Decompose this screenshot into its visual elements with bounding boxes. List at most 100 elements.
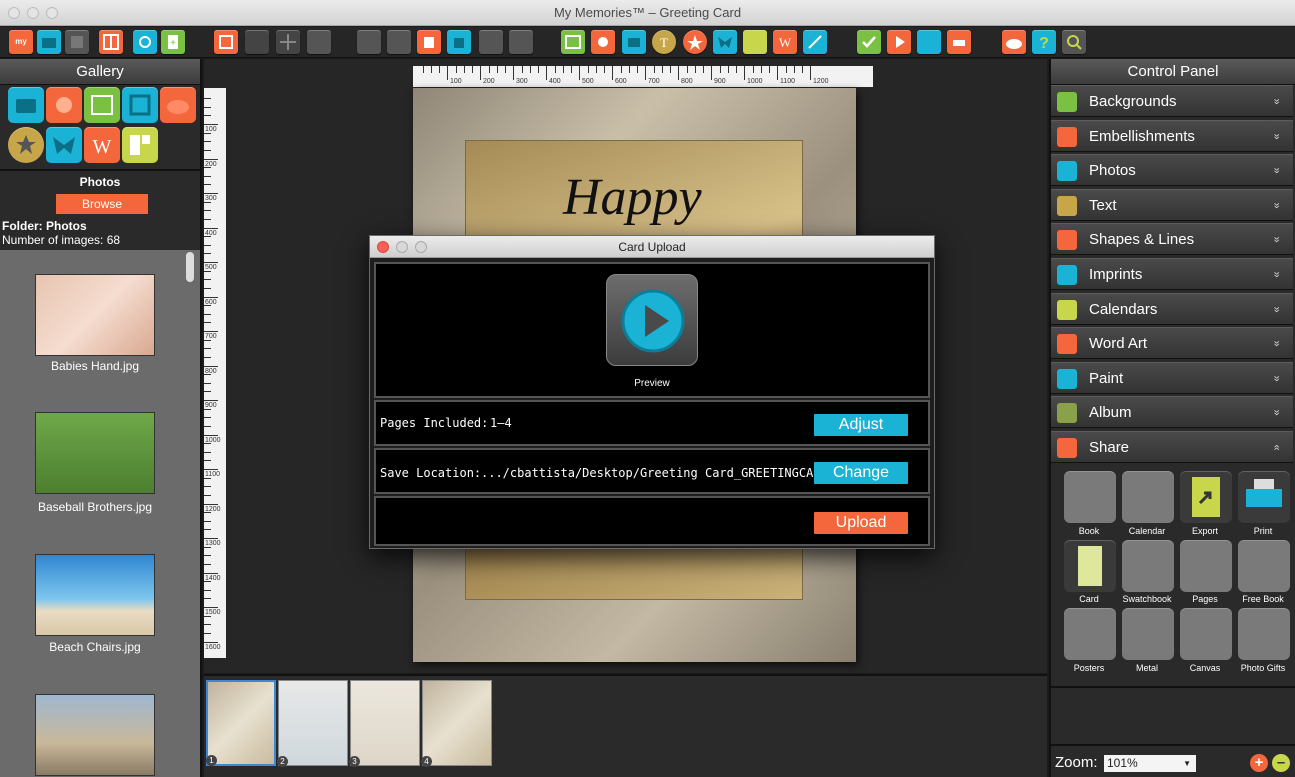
- camera-icon[interactable]: [133, 30, 157, 54]
- upload-button[interactable]: Upload: [814, 512, 908, 534]
- chevron-down-icon[interactable]: »: [1260, 237, 1291, 243]
- preview-button[interactable]: [606, 274, 698, 366]
- chevron-up-icon[interactable]: «: [1260, 444, 1291, 450]
- share-metal-button[interactable]: [1122, 608, 1174, 660]
- background-icon[interactable]: [561, 30, 585, 54]
- close-dialog-icon[interactable]: [377, 241, 389, 253]
- align-icon[interactable]: [307, 30, 331, 54]
- folder-icon[interactable]: [37, 30, 61, 54]
- change-button[interactable]: Change: [814, 462, 908, 484]
- gallery-embellishments-icon[interactable]: [46, 87, 82, 123]
- minimize-window-icon[interactable]: [27, 7, 39, 19]
- photo-icon[interactable]: [622, 30, 646, 54]
- share-label: Photo Gifts: [1240, 663, 1286, 673]
- zoom-out-icon[interactable]: –: [1272, 754, 1290, 772]
- chevron-down-icon[interactable]: »: [1260, 271, 1291, 277]
- zoom-dialog-icon[interactable]: [415, 241, 427, 253]
- filmstrip-page[interactable]: 4: [421, 680, 492, 767]
- calendar-icon[interactable]: [743, 30, 767, 54]
- word-art-icon[interactable]: W: [773, 30, 797, 54]
- help-icon[interactable]: ?: [1032, 30, 1056, 54]
- duplicate-icon[interactable]: [214, 30, 238, 54]
- close-window-icon[interactable]: [8, 7, 20, 19]
- chevron-down-icon[interactable]: »: [1260, 341, 1291, 347]
- share-export-button[interactable]: [1180, 471, 1232, 523]
- control-row-calendars[interactable]: Calendars »: [1051, 292, 1293, 325]
- control-row-imprints[interactable]: Imprints »: [1051, 258, 1293, 290]
- share-calendar-button[interactable]: [1122, 471, 1174, 523]
- copy-icon[interactable]: [387, 30, 411, 54]
- imprint-icon[interactable]: [713, 30, 737, 54]
- share-posters-button[interactable]: [1064, 608, 1116, 660]
- zoom-in-icon[interactable]: +: [1250, 754, 1268, 772]
- crosshair-icon[interactable]: [276, 30, 300, 54]
- gallery-word-art-icon[interactable]: W: [84, 127, 120, 163]
- card-text[interactable]: Happy: [563, 168, 702, 227]
- layout-icon[interactable]: [99, 30, 123, 54]
- share-canvas-button[interactable]: [1180, 608, 1232, 660]
- crop-icon[interactable]: [479, 30, 503, 54]
- paint-icon[interactable]: [803, 30, 827, 54]
- export-icon[interactable]: [917, 30, 941, 54]
- control-row-paint[interactable]: Paint »: [1051, 361, 1293, 394]
- control-row-embellishments[interactable]: Embellishments »: [1051, 119, 1293, 152]
- thumbnail-image[interactable]: [35, 554, 155, 636]
- thumbnail-image[interactable]: [35, 412, 155, 494]
- zoom-select[interactable]: 101% ▼: [1104, 755, 1196, 772]
- paste-icon[interactable]: [417, 30, 441, 54]
- text-icon[interactable]: T: [652, 30, 676, 54]
- share-free-book-button[interactable]: [1238, 540, 1290, 592]
- fill-icon[interactable]: [447, 30, 471, 54]
- control-row-text[interactable]: Text »: [1051, 188, 1293, 221]
- share-swatchbook-button[interactable]: [1122, 540, 1174, 592]
- share-print-button[interactable]: [1238, 471, 1290, 523]
- filmstrip-page[interactable]: 3: [349, 680, 420, 767]
- play-icon[interactable]: [887, 30, 911, 54]
- control-row-backgrounds[interactable]: Backgrounds »: [1051, 85, 1293, 117]
- minimize-dialog-icon[interactable]: [396, 241, 408, 253]
- zoom-icon[interactable]: [1062, 30, 1086, 54]
- zoom-window-icon[interactable]: [46, 7, 58, 19]
- control-row-photos[interactable]: Photos »: [1051, 154, 1293, 187]
- thumbnail-image[interactable]: [35, 694, 155, 776]
- chevron-down-icon[interactable]: »: [1260, 133, 1291, 139]
- print-icon[interactable]: [947, 30, 971, 54]
- grid-icon[interactable]: [245, 30, 269, 54]
- share-pages-button[interactable]: [1180, 540, 1232, 592]
- gallery-frames-icon[interactable]: [122, 87, 158, 123]
- cut-icon[interactable]: [357, 30, 381, 54]
- gallery-backgrounds-icon[interactable]: [84, 87, 120, 123]
- control-row-shapes-lines[interactable]: Shapes & Lines »: [1051, 223, 1293, 256]
- mymemories-logo-icon[interactable]: my: [9, 30, 33, 54]
- gallery-imprints-icon[interactable]: [46, 127, 82, 163]
- embellishment-icon[interactable]: [591, 30, 615, 54]
- adjust-button[interactable]: Adjust: [814, 414, 908, 436]
- control-row-word-art[interactable]: Word Art »: [1051, 327, 1293, 360]
- gallery-layouts-icon[interactable]: [122, 127, 158, 163]
- add-page-icon[interactable]: +: [161, 30, 185, 54]
- thumbnail-scrollbar[interactable]: [186, 252, 194, 282]
- chevron-down-icon[interactable]: »: [1260, 168, 1291, 174]
- filmstrip-page[interactable]: 2: [277, 680, 348, 767]
- chevron-down-icon[interactable]: »: [1260, 410, 1291, 416]
- gallery-shapes-icon[interactable]: [8, 127, 44, 163]
- control-row-share[interactable]: Share «: [1051, 431, 1293, 463]
- browse-button[interactable]: Browse: [56, 194, 148, 214]
- check-icon[interactable]: [857, 30, 881, 54]
- gallery-cloud-icon[interactable]: [160, 87, 196, 123]
- chevron-down-icon[interactable]: »: [1260, 375, 1291, 381]
- chevron-down-icon[interactable]: »: [1260, 306, 1291, 312]
- share-photo-gifts-button[interactable]: [1238, 608, 1290, 660]
- gallery-photos-icon[interactable]: [8, 87, 44, 123]
- rotate-icon[interactable]: [509, 30, 533, 54]
- shape-icon[interactable]: [683, 30, 707, 54]
- filmstrip-page[interactable]: 1: [206, 680, 276, 766]
- chevron-down-icon[interactable]: »: [1260, 98, 1291, 104]
- share-book-button[interactable]: [1064, 471, 1116, 523]
- cloud-icon[interactable]: [1002, 30, 1026, 54]
- share-card-button[interactable]: [1064, 540, 1116, 592]
- save-icon[interactable]: [65, 30, 89, 54]
- chevron-down-icon[interactable]: »: [1260, 202, 1291, 208]
- control-row-album[interactable]: Album »: [1051, 396, 1293, 429]
- thumbnail-image[interactable]: [35, 274, 155, 356]
